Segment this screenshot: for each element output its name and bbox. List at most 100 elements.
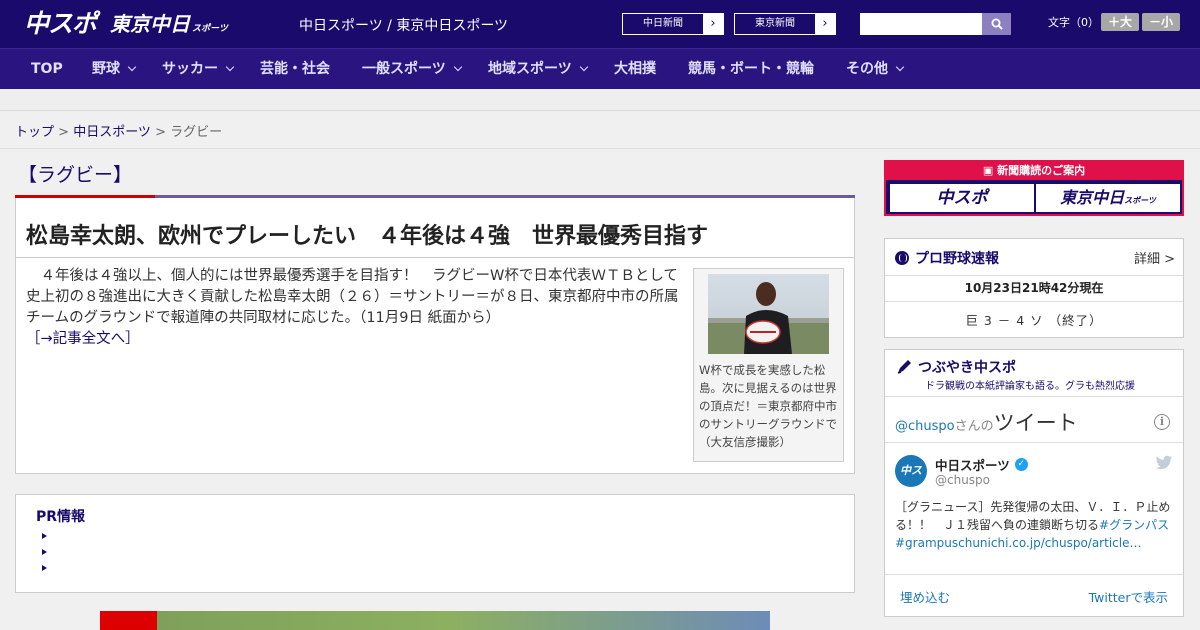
subscribe-tokyo-label: 東京中日 (1060, 188, 1125, 207)
newspaper-icon: ▣ (982, 164, 998, 177)
article-card: 松島幸太朗、欧州でプレーしたい ４年後は４強 世界最優秀目指す ４年後は４強以上… (15, 198, 855, 474)
tweets-handle-suffix: さんの (954, 419, 994, 434)
chevron-down-icon (453, 62, 462, 72)
twitter-widget-subtitle: ドラ観戦の本紙評論家も語る。グラも熱烈応援 (925, 381, 1135, 392)
nav-item-sumo[interactable]: 大相撲 (614, 49, 656, 89)
photo-caption: W杯で成長を実感した松島。次に見据えるのは世界の頂点だ！＝東京都府中市のサントリ… (699, 363, 837, 449)
bullet-icon (42, 565, 47, 571)
tweet-account-name[interactable]: 中日スポーツ ✓ (935, 455, 1028, 474)
chevron-down-icon (579, 62, 588, 72)
read-more-link[interactable]: ［→記事全文へ］ (26, 331, 140, 347)
chevron-right-icon: › (703, 14, 723, 34)
subscribe-tokyo-button[interactable]: 東京中日スポーツ (1036, 184, 1180, 212)
breadcrumb-separator: > (54, 125, 74, 140)
nav-item-racing[interactable]: 競馬・ボート・競輪 (688, 49, 814, 89)
search-button[interactable] (982, 13, 1011, 35)
baseball-title: プロ野球速報 (895, 248, 999, 268)
tweet-account-name-text: 中日スポーツ (935, 458, 1010, 473)
verified-icon: ✓ (1014, 458, 1028, 471)
search-input[interactable] (860, 13, 982, 35)
nav-label: 一般スポーツ (362, 61, 446, 77)
pen-icon (897, 360, 911, 374)
tweet-text: ［グラニュース］先発復帰の太田、Ｖ．Ｉ．Ｐ止める！！ Ｊ１残留へ負の連鎖断ち切る… (895, 498, 1175, 552)
nav-label: 地域スポーツ (488, 61, 572, 77)
tokyo-chunichi-logo[interactable]: 東京中日 スポーツ (110, 8, 228, 40)
chevron-down-icon (127, 62, 137, 72)
breadcrumb-top[interactable]: トップ (15, 125, 54, 140)
baseball-title-text: プロ野球速報 (915, 251, 999, 267)
divider (885, 275, 1183, 276)
breadcrumb-separator: > (150, 125, 171, 140)
subscribe-tokyo-small: スポーツ (1124, 196, 1156, 205)
tweets-header: @chuspoさんのツイート (895, 407, 1078, 437)
bullet-icon (42, 549, 47, 555)
tweets-handle-link[interactable]: @chuspo (895, 419, 955, 434)
tweet-account-handle[interactable]: @chuspo (935, 473, 990, 487)
baseball-detail-link[interactable]: 詳細 > (1134, 248, 1175, 267)
nav-label: 競馬・ボート・競輪 (688, 61, 814, 77)
chunichi-shimbun-label: 中日新聞 (643, 18, 683, 29)
chuspo-logo[interactable]: 中スポ (24, 8, 97, 40)
nav-label: 大相撲 (614, 61, 656, 77)
chevron-right-icon: › (815, 14, 835, 34)
breadcrumb-section[interactable]: 中日スポーツ (73, 125, 151, 140)
search-icon (991, 18, 1003, 30)
baseball-score[interactable]: 巨 3 － 4 ソ （終了） (885, 310, 1183, 329)
subscription-title: ▣ 新聞購読のご案内 (886, 162, 1182, 180)
twitter-bird-icon[interactable] (1155, 455, 1173, 471)
font-size-label: 文字（0） (1048, 16, 1099, 29)
bullet-icon (42, 533, 47, 539)
divider (0, 148, 1200, 149)
article-body: ４年後は４強以上、個人的には世界最優秀選手を目指す！ ラグビーW杯で日本代表ＷＴ… (26, 266, 686, 350)
avatar[interactable]: 中スポ (895, 455, 927, 509)
pr-title: PR情報 (36, 509, 86, 525)
chevron-down-icon (225, 62, 235, 72)
nav-label: その他 (846, 61, 888, 77)
sub-bar (0, 89, 1200, 111)
nav-item-soccer[interactable]: サッカー (162, 49, 235, 89)
embed-link[interactable]: 埋め込む (900, 587, 950, 606)
divider (16, 257, 854, 258)
view-on-twitter-link[interactable]: Twitterで表示 (1089, 587, 1168, 606)
tokyo-shimbun-button[interactable]: 東京新聞 › (734, 13, 836, 35)
nav-label: 野球 (92, 61, 120, 77)
subscription-banner[interactable]: ▣ 新聞購読のご案内 中スポ 東京中日スポーツ (884, 160, 1184, 216)
info-icon[interactable]: i (1154, 414, 1170, 430)
nav-item-entertainment[interactable]: 芸能・社会 (260, 49, 330, 89)
nav-item-baseball[interactable]: 野球 (92, 49, 137, 89)
divider (885, 301, 1183, 302)
divider (885, 396, 1183, 397)
rugby-player-photo (708, 282, 829, 354)
article-photo-figure: W杯で成長を実感した松島。次に見据えるのは世界の頂点だ！＝東京都府中市のサントリ… (693, 268, 844, 462)
nav-item-local-sports[interactable]: 地域スポーツ (488, 49, 588, 89)
nav-item-other[interactable]: その他 (846, 49, 905, 89)
tokyo-logo-small: スポーツ (192, 24, 228, 34)
breadcrumb: トップ > 中日スポーツ > ラグビー (15, 121, 222, 140)
article-photo[interactable] (708, 274, 829, 354)
baseball-icon (895, 251, 909, 265)
top-header: 中スポ 東京中日 スポーツ 中日スポーツ / 東京中日スポーツ 中日新聞 › 東京… (0, 0, 1200, 48)
nav-item-top[interactable]: TOP (31, 49, 63, 89)
tweet-hashtag[interactable]: #グランパス (1099, 518, 1169, 532)
nav-label: TOP (31, 61, 63, 77)
tweets-word: ツイート (993, 411, 1078, 435)
ad-banner[interactable] (100, 611, 770, 630)
divider (885, 574, 1183, 575)
font-larger-button[interactable]: ＋大 (1101, 13, 1139, 31)
site-title[interactable]: 中日スポーツ / 東京中日スポーツ (299, 15, 508, 35)
chevron-down-icon (895, 62, 905, 72)
tokyo-logo-text: 東京中日 (110, 12, 190, 36)
chunichi-shimbun-button[interactable]: 中日新聞 › (622, 13, 724, 35)
subscription-title-text: 新聞購読のご案内 (997, 164, 1086, 177)
baseball-update-time: 10月23日21時42分現在 (964, 281, 1104, 295)
twitter-widget-title: つぶやき中スポ (895, 357, 1016, 377)
font-smaller-button[interactable]: －小 (1142, 13, 1180, 31)
pr-info-box: PR情報 (15, 494, 855, 593)
nav-item-general-sports[interactable]: 一般スポーツ (362, 49, 462, 89)
nav-label: サッカー (162, 61, 218, 77)
subscribe-chuspo-button[interactable]: 中スポ (890, 184, 1034, 212)
baseball-scores-box: プロ野球速報 詳細 > 10月23日21時42分現在 巨 3 － 4 ソ （終了… (884, 238, 1184, 338)
breadcrumb-current: ラグビー (170, 125, 223, 140)
tweet-link[interactable]: #grampuschunichi.co.jp/chuspo/article… (895, 536, 1141, 550)
category-title: 【ラグビー】 (18, 164, 133, 186)
